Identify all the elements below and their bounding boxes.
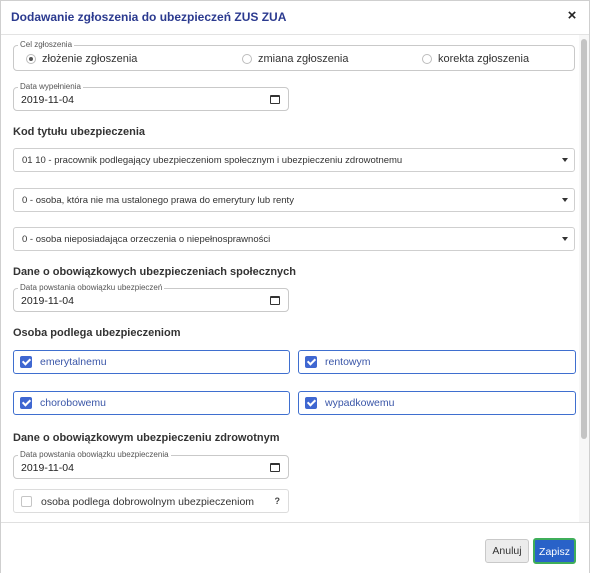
- dialog-header: Dodawanie zgłoszenia do ubezpieczeń ZUS …: [1, 1, 589, 35]
- scrollbar-thumb[interactable]: [581, 39, 587, 439]
- health-date-legend: Data powstania obowiązku ubezpieczenia: [18, 450, 171, 460]
- radio-label: korekta zgłoszenia: [438, 53, 530, 65]
- health-date-field[interactable]: Data powstania obowiązku ubezpieczenia 2…: [13, 450, 289, 479]
- close-icon[interactable]: ×: [563, 7, 581, 27]
- insurance-code-heading: Kod tytułu ubezpieczenia: [13, 126, 146, 138]
- calendar-icon[interactable]: [270, 463, 280, 472]
- select-value: 0 - osoba nieposiadająca orzeczenia o ni…: [22, 234, 271, 245]
- subject-heading: Osoba podlega ubezpieczeniom: [13, 327, 181, 339]
- checkbox-unchecked-icon: [21, 496, 32, 507]
- dialog-body: Cel zgłoszenia złożenie zgłoszenia zmian…: [1, 35, 579, 522]
- checkbox-rentowym[interactable]: rentowym: [298, 350, 576, 374]
- radio-label: złożenie zgłoszenia: [42, 53, 138, 65]
- fill-date-field[interactable]: Data wypełnienia 2019-11-04: [13, 82, 289, 111]
- dialog-title: Dodawanie zgłoszenia do ubezpieczeń ZUS …: [11, 10, 287, 24]
- select-value: 01 10 - pracownik podlegający ubezpiecze…: [22, 155, 403, 166]
- social-date-field[interactable]: Data powstania obowiązku ubezpieczeń 201…: [13, 283, 289, 312]
- radio-empty-icon: [422, 54, 432, 64]
- radio-option-correct[interactable]: korekta zgłoszenia: [422, 53, 529, 65]
- checkbox-label: osoba podlega dobrowolnym ubezpieczeniom: [41, 496, 255, 508]
- social-insurance-heading: Dane o obowiązkowych ubezpieczeniach spo…: [13, 266, 297, 278]
- calendar-icon[interactable]: [270, 296, 280, 305]
- radio-option-submit[interactable]: złożenie zgłoszenia: [26, 53, 137, 65]
- radio-option-change[interactable]: zmiana zgłoszenia: [242, 53, 349, 65]
- pension-right-select[interactable]: 0 - osoba, która nie ma ustalonego prawa…: [13, 188, 575, 212]
- social-date-value: 2019-11-04: [21, 295, 74, 307]
- checkbox-wypadkowemu[interactable]: wypadkowemu: [298, 391, 576, 415]
- checkbox-emerytalnemu[interactable]: emerytalnemu: [13, 350, 290, 374]
- checkmark-icon: [20, 397, 32, 409]
- social-date-legend: Data powstania obowiązku ubezpieczeń: [18, 283, 165, 293]
- radio-label: zmiana zgłoszenia: [258, 53, 349, 65]
- scrollbar[interactable]: [579, 35, 589, 522]
- checkmark-icon: [305, 356, 317, 368]
- health-date-value: 2019-11-04: [21, 462, 74, 474]
- purpose-legend: Cel zgłoszenia: [18, 40, 75, 50]
- cancel-button[interactable]: Anuluj: [485, 539, 529, 563]
- fill-date-legend: Data wypełnienia: [18, 82, 83, 92]
- checkmark-icon: [305, 397, 317, 409]
- question-icon[interactable]: ?: [275, 496, 281, 506]
- calendar-icon[interactable]: [270, 95, 280, 104]
- health-insurance-heading: Dane o obowiązkowym ubezpieczeniu zdrowo…: [13, 432, 280, 444]
- checkbox-label: emerytalnemu: [40, 356, 107, 368]
- disability-select[interactable]: 0 - osoba nieposiadająca orzeczenia o ni…: [13, 227, 575, 251]
- save-button[interactable]: Zapisz: [533, 538, 576, 564]
- chevron-down-icon: [562, 237, 568, 241]
- checkbox-chorobowemu[interactable]: chorobowemu: [13, 391, 290, 415]
- radio-empty-icon: [242, 54, 252, 64]
- zus-zua-dialog: Dodawanie zgłoszenia do ubezpieczeń ZUS …: [0, 0, 590, 574]
- fill-date-value: 2019-11-04: [21, 94, 74, 106]
- chevron-down-icon: [562, 158, 568, 162]
- checkmark-icon: [20, 356, 32, 368]
- checkbox-label: wypadkowemu: [325, 397, 395, 409]
- purpose-group: Cel zgłoszenia złożenie zgłoszenia zmian…: [13, 40, 575, 71]
- checkbox-label: rentowym: [325, 356, 371, 368]
- voluntary-insurance-checkbox[interactable]: osoba podlega dobrowolnym ubezpieczeniom…: [13, 489, 289, 513]
- dialog-footer: Anuluj Zapisz: [1, 522, 589, 574]
- select-value: 0 - osoba, która nie ma ustalonego prawa…: [22, 195, 294, 206]
- radio-selected-icon: [26, 54, 36, 64]
- insurance-title-select[interactable]: 01 10 - pracownik podlegający ubezpiecze…: [13, 148, 575, 172]
- checkbox-label: chorobowemu: [40, 397, 106, 409]
- chevron-down-icon: [562, 198, 568, 202]
